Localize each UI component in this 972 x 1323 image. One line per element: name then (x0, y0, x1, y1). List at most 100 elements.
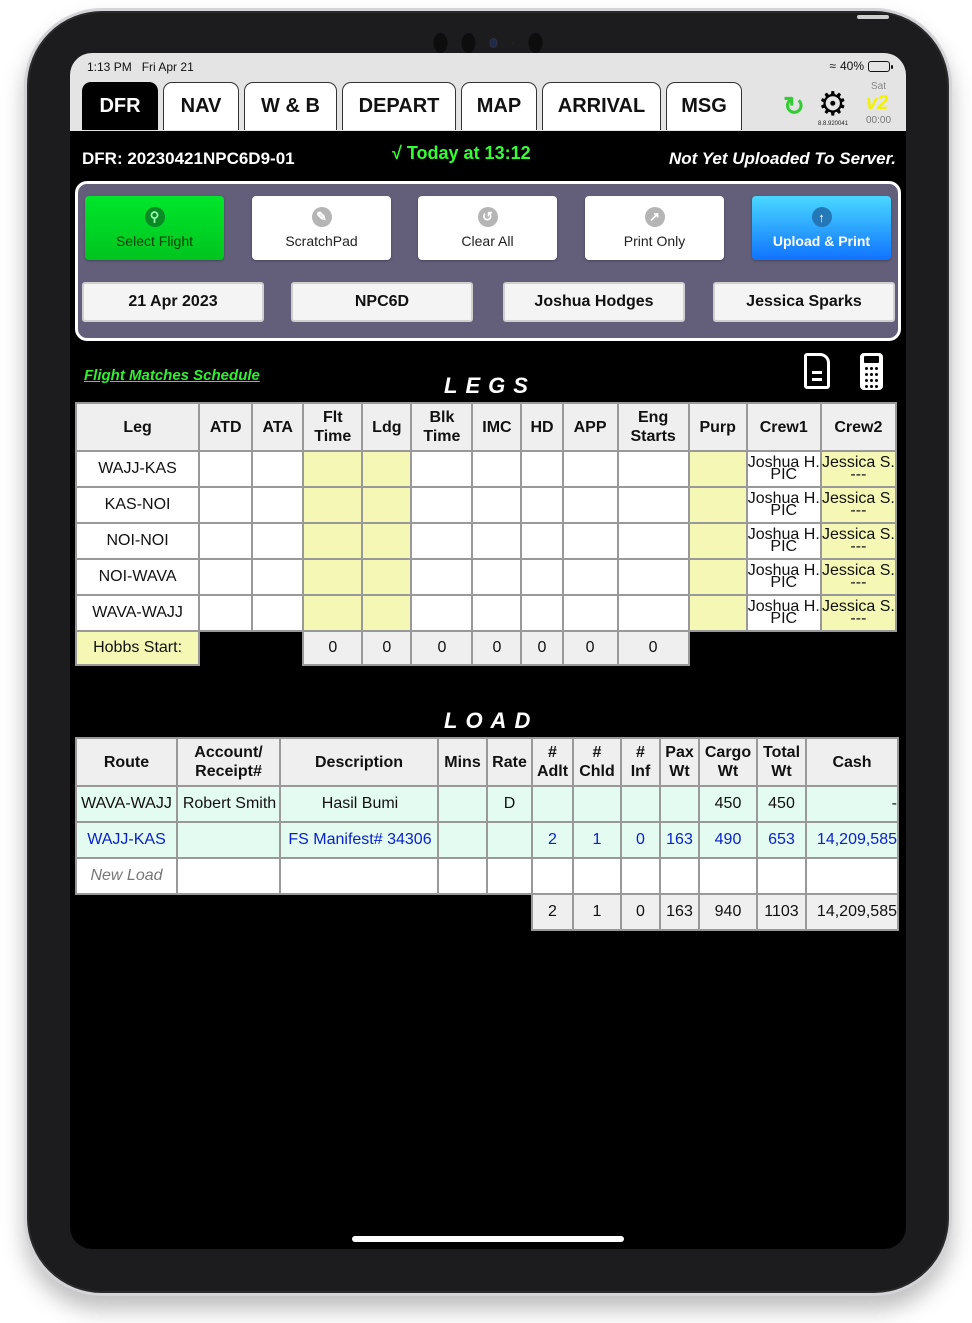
load-pax-wt-cell[interactable]: 163 (659, 821, 700, 859)
empty-cell[interactable] (756, 857, 807, 895)
tab-depart[interactable]: DEPART (342, 82, 456, 130)
document-icon[interactable] (804, 353, 830, 389)
upload-print-button[interactable]: ↑ Upload & Print (752, 196, 891, 260)
leg-input-cell[interactable] (198, 486, 254, 524)
empty-cell[interactable] (437, 857, 488, 895)
load-rate-cell[interactable] (486, 821, 533, 859)
leg-input-cell[interactable] (520, 522, 564, 560)
empty-cell[interactable] (531, 857, 574, 895)
empty-cell[interactable] (486, 857, 533, 895)
crew2-cell[interactable]: Jessica S. --- (819, 558, 898, 596)
load-inf-cell[interactable] (620, 785, 661, 823)
leg-input-cell[interactable] (520, 594, 564, 632)
leg-route-cell[interactable]: WAJJ-KAS (74, 450, 201, 488)
leg-input-cell[interactable] (471, 450, 523, 488)
crew2-field[interactable]: Jessica Sparks (713, 282, 895, 322)
leg-input-cell[interactable] (302, 486, 364, 524)
empty-cell[interactable] (279, 857, 439, 895)
leg-input-cell[interactable] (561, 522, 619, 560)
empty-cell[interactable] (176, 857, 281, 895)
leg-input-cell[interactable] (616, 594, 690, 632)
leg-route-cell[interactable]: WAVA-WAJJ (74, 594, 201, 632)
leg-input-cell[interactable] (687, 594, 748, 632)
load-cargo-wt-cell[interactable]: 490 (698, 821, 758, 859)
load-total-wt-cell[interactable]: 653 (756, 821, 807, 859)
leg-input-cell[interactable] (198, 522, 254, 560)
tab-dfr[interactable]: DFR (82, 82, 158, 130)
date-field[interactable]: 21 Apr 2023 (82, 282, 264, 322)
load-route-cell[interactable]: WAVA-WAJJ (75, 785, 178, 823)
new-load-cell[interactable]: New Load (75, 857, 178, 895)
leg-input-cell[interactable] (616, 450, 690, 488)
leg-input-cell[interactable] (471, 522, 523, 560)
load-total-wt-cell[interactable]: 450 (756, 785, 807, 823)
leg-input-cell[interactable] (561, 594, 619, 632)
leg-input-cell[interactable] (687, 522, 748, 560)
leg-input-cell[interactable] (361, 594, 413, 632)
leg-input-cell[interactable] (251, 558, 305, 596)
home-indicator[interactable] (352, 1236, 624, 1242)
leg-input-cell[interactable] (520, 558, 564, 596)
leg-input-cell[interactable] (251, 522, 305, 560)
leg-route-cell[interactable]: NOI-WAVA (74, 558, 201, 596)
leg-input-cell[interactable] (251, 594, 305, 632)
leg-input-cell[interactable] (520, 486, 564, 524)
crew1-cell[interactable]: Joshua H. PIC (745, 450, 822, 488)
load-cash-cell[interactable]: 14,209,585 (805, 821, 899, 859)
leg-input-cell[interactable] (410, 522, 474, 560)
leg-input-cell[interactable] (251, 486, 305, 524)
leg-input-cell[interactable] (561, 486, 619, 524)
load-mins-cell[interactable] (437, 785, 488, 823)
leg-input-cell[interactable] (302, 558, 364, 596)
leg-input-cell[interactable] (410, 558, 474, 596)
crew2-cell[interactable]: Jessica S. --- (819, 486, 898, 524)
tab-arrival[interactable]: ARRIVAL (542, 82, 661, 130)
leg-input-cell[interactable] (561, 450, 619, 488)
gear-icon[interactable]: ⚙ (818, 87, 848, 120)
leg-input-cell[interactable] (471, 558, 523, 596)
leg-input-cell[interactable] (361, 522, 413, 560)
leg-input-cell[interactable] (198, 450, 254, 488)
tab-msg[interactable]: MSG (666, 82, 742, 130)
load-adlt-cell[interactable] (531, 785, 574, 823)
load-chld-cell[interactable]: 1 (572, 821, 622, 859)
empty-cell[interactable] (620, 857, 661, 895)
leg-input-cell[interactable] (687, 558, 748, 596)
empty-cell[interactable] (659, 857, 700, 895)
leg-input-cell[interactable] (561, 558, 619, 596)
load-route-cell[interactable]: WAJJ-KAS (75, 821, 178, 859)
load-account-cell[interactable] (176, 821, 281, 859)
load-rate-cell[interactable]: D (486, 785, 533, 823)
leg-input-cell[interactable] (361, 450, 413, 488)
leg-input-cell[interactable] (410, 450, 474, 488)
crew2-cell[interactable]: Jessica S. --- (819, 450, 898, 488)
tab-map[interactable]: MAP (461, 82, 537, 130)
leg-input-cell[interactable] (471, 486, 523, 524)
leg-input-cell[interactable] (302, 450, 364, 488)
leg-input-cell[interactable] (302, 522, 364, 560)
leg-input-cell[interactable] (410, 594, 474, 632)
crew1-cell[interactable]: Joshua H. PIC (745, 558, 822, 596)
tab-nav[interactable]: NAV (163, 82, 239, 130)
crew1-cell[interactable]: Joshua H. PIC (745, 486, 822, 524)
leg-input-cell[interactable] (361, 558, 413, 596)
leg-input-cell[interactable] (302, 594, 364, 632)
load-pax-wt-cell[interactable] (659, 785, 700, 823)
load-inf-cell[interactable]: 0 (620, 821, 661, 859)
crew1-field[interactable]: Joshua Hodges (503, 282, 685, 322)
leg-input-cell[interactable] (616, 522, 690, 560)
leg-input-cell[interactable] (687, 486, 748, 524)
empty-cell[interactable] (805, 857, 899, 895)
load-description-cell[interactable]: Hasil Bumi (279, 785, 439, 823)
leg-input-cell[interactable] (520, 450, 564, 488)
leg-input-cell[interactable] (361, 486, 413, 524)
empty-cell[interactable] (572, 857, 622, 895)
leg-route-cell[interactable]: NOI-NOI (74, 522, 201, 560)
load-cargo-wt-cell[interactable]: 450 (698, 785, 758, 823)
crew1-cell[interactable]: Joshua H. PIC (745, 522, 822, 560)
refresh-icon[interactable]: ↻ (783, 93, 805, 119)
load-account-cell[interactable]: Robert Smith (176, 785, 281, 823)
select-flight-button[interactable]: ⚲ Select Flight (85, 196, 224, 260)
calculator-icon[interactable] (860, 353, 883, 390)
load-description-cell[interactable]: FS Manifest# 34306 (279, 821, 439, 859)
